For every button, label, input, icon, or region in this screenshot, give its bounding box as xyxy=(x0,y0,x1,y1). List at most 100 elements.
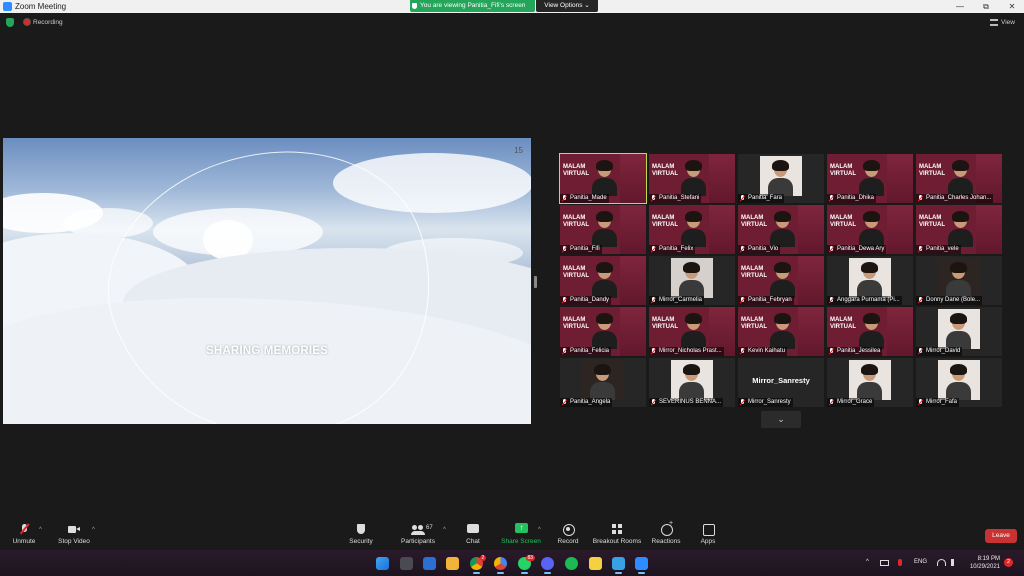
record-label: Record xyxy=(557,538,579,545)
participant-name-text: Panitia_Stefani xyxy=(659,195,700,201)
share-screen-button[interactable]: Share Screen xyxy=(500,523,542,545)
participant-tile[interactable]: Panitia_Angela xyxy=(560,358,646,407)
windows-start-icon[interactable] xyxy=(376,557,389,570)
tray-overflow-icon[interactable]: ^ xyxy=(866,559,869,565)
shared-screen[interactable]: SHARING MEMORIES 15 xyxy=(3,138,531,424)
split-drag-handle[interactable] xyxy=(534,276,537,288)
sticky-notes-icon[interactable] xyxy=(589,557,602,570)
participant-tile[interactable]: Mirror_Grace xyxy=(827,358,913,407)
participant-tile[interactable]: MALAM VIRTUAL Panitia_Jessilea xyxy=(827,307,913,356)
security-shield-icon xyxy=(355,524,367,535)
participant-tile[interactable]: MALAM VIRTUAL Panitia_Stefani xyxy=(649,154,735,203)
video-options-caret[interactable]: ^ xyxy=(92,527,95,533)
participant-name-text: Mirror_Carmelia xyxy=(659,297,703,303)
participant-name-text: Panitia_Dandy xyxy=(570,297,610,303)
participant-video xyxy=(770,262,795,298)
participant-tile[interactable]: MALAM VIRTUAL Mirror_Nicholas Prast... xyxy=(649,307,735,356)
participant-name-text: Panitia_Fara xyxy=(748,195,783,201)
leave-button[interactable]: Leave xyxy=(985,529,1017,543)
participant-name-text: Panitia_Angela xyxy=(570,399,611,405)
spotify-icon[interactable] xyxy=(565,557,578,570)
participant-name-text: Panitia_Jessilea xyxy=(837,348,881,354)
muted-mic-icon xyxy=(651,246,656,253)
participant-video xyxy=(948,211,973,247)
participant-name: Panitia_Dandy xyxy=(560,296,612,305)
participant-name-text: Mirror_Sanresty xyxy=(748,399,791,405)
participant-tile[interactable]: Mirror_Carmelia xyxy=(649,256,735,305)
participant-tile[interactable]: MALAM VIRTUAL Panitia_Dewa Ary xyxy=(827,205,913,254)
apps-button[interactable]: Apps xyxy=(698,524,718,545)
share-screen-label: Share Screen xyxy=(501,538,541,545)
participant-tile[interactable]: Donny Dane (Bole... xyxy=(916,256,1002,305)
mic-in-use-icon[interactable] xyxy=(898,559,902,566)
participant-video xyxy=(859,160,884,196)
discord-icon[interactable] xyxy=(541,557,554,574)
chrome-profile-icon[interactable] xyxy=(494,557,507,574)
participant-name-text: Panitia_Febryan xyxy=(748,297,792,303)
event-logo-text: MALAM VIRTUAL xyxy=(563,317,589,330)
participant-figure xyxy=(768,160,793,196)
encryption-shield-icon[interactable] xyxy=(6,18,14,27)
event-logo-text: MALAM VIRTUAL xyxy=(919,164,945,177)
apps-label: Apps xyxy=(700,538,716,545)
participant-tile[interactable]: Mirror_David xyxy=(916,307,1002,356)
photos-icon[interactable] xyxy=(612,557,625,574)
participant-tile[interactable]: MALAM VIRTUAL Panitia_Dhika xyxy=(827,154,913,203)
unmute-button[interactable]: Unmute xyxy=(10,524,38,545)
recording-indicator[interactable]: Recording xyxy=(24,18,63,27)
chat-button[interactable]: Chat xyxy=(462,524,484,545)
muted-mic-icon xyxy=(562,399,567,406)
language-indicator[interactable]: ENG xyxy=(914,559,927,565)
zoom-taskbar-icon[interactable] xyxy=(635,557,648,574)
participant-video xyxy=(770,313,795,349)
participant-tile[interactable]: MALAM VIRTUAL Panitia_vele xyxy=(916,205,1002,254)
participant-tile[interactable]: MALAM VIRTUAL Panitia_Felicia xyxy=(560,307,646,356)
participant-name: Panitia_vele xyxy=(916,245,961,254)
participant-tile[interactable]: SEVERINUS BENNA... xyxy=(649,358,735,407)
widgets-icon[interactable] xyxy=(423,557,436,570)
participant-tile[interactable]: Mirror_Sanresty Mirror_Sanresty xyxy=(738,358,824,407)
close-button[interactable]: ✕ xyxy=(1000,0,1024,13)
maximize-button[interactable]: ⧉ xyxy=(974,0,998,13)
participant-name-text: Panitia_Charles Johan... xyxy=(926,195,992,201)
participant-tile[interactable]: Mirror_Fafa xyxy=(916,358,1002,407)
file-explorer-icon[interactable] xyxy=(446,557,459,570)
participants-options-caret[interactable]: ^ xyxy=(443,527,446,533)
participant-tile[interactable]: MALAM VIRTUAL Panitia_Fifi xyxy=(560,205,646,254)
task-view-icon[interactable] xyxy=(400,557,413,570)
participant-tile[interactable]: MALAM VIRTUAL Panitia_Made xyxy=(559,153,647,204)
keyboard-icon[interactable] xyxy=(880,560,889,566)
view-button[interactable]: View xyxy=(990,18,1015,27)
share-options-caret[interactable]: ^ xyxy=(538,527,541,533)
stop-video-button[interactable]: Stop Video xyxy=(56,524,92,545)
participant-name-text: Donny Dane (Bole... xyxy=(926,297,981,303)
participant-tile[interactable]: MALAM VIRTUAL Panitia_Charles Johan... xyxy=(916,154,1002,203)
volume-icon[interactable] xyxy=(951,559,959,566)
participant-tile[interactable]: Panitia_Fara xyxy=(738,154,824,203)
gallery-next-page-button[interactable]: ⌄ xyxy=(761,411,801,428)
wifi-icon[interactable] xyxy=(937,559,946,566)
participant-name: Anggara Purnama (Pi... xyxy=(827,296,902,305)
participant-tile[interactable]: MALAM VIRTUAL Panitia_Vio xyxy=(738,205,824,254)
breakout-rooms-button[interactable]: Breakout Rooms xyxy=(592,524,642,545)
participant-tile[interactable]: Anggara Purnama (Pi... xyxy=(827,256,913,305)
participant-tile[interactable]: MALAM VIRTUAL Panitia_Dandy xyxy=(560,256,646,305)
muted-mic-icon xyxy=(740,297,745,304)
event-logo-text: MALAM VIRTUAL xyxy=(652,215,678,228)
participant-name-text: Mirror_David xyxy=(926,348,961,354)
participant-tile[interactable]: MALAM VIRTUAL Panitia_Felix xyxy=(649,205,735,254)
muted-mic-icon xyxy=(562,246,567,253)
audio-options-caret[interactable]: ^ xyxy=(39,527,42,533)
taskbar-clock[interactable]: 8:19 PM 10/29/2021 xyxy=(966,555,1000,571)
view-options-button[interactable]: View Options ⌄ xyxy=(536,0,598,12)
muted-mic-icon xyxy=(740,195,745,202)
security-button[interactable]: Security xyxy=(346,524,376,545)
record-button[interactable]: Record xyxy=(556,524,580,545)
minimize-button[interactable]: — xyxy=(948,0,972,13)
event-logo-text: MALAM VIRTUAL xyxy=(563,266,589,279)
participant-tile[interactable]: MALAM VIRTUAL Panitia_Febryan xyxy=(738,256,824,305)
participant-tile[interactable]: MALAM VIRTUAL Kevin Kaihatu xyxy=(738,307,824,356)
reactions-button[interactable]: Reactions xyxy=(651,520,681,545)
notification-badge[interactable]: 2 xyxy=(1004,558,1013,567)
muted-mic-icon xyxy=(918,297,923,304)
